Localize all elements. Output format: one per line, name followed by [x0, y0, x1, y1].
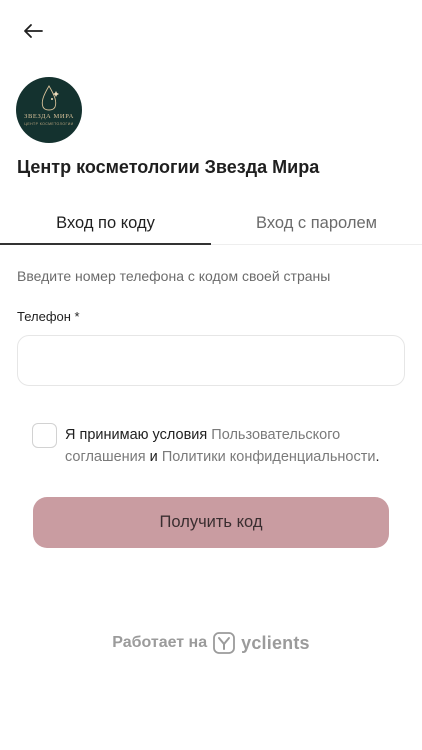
- phone-input[interactable]: [17, 335, 405, 386]
- arrow-left-icon: [23, 23, 43, 44]
- logo-subtitle: ЦЕНТР КОСМЕТОЛОГИИ: [24, 122, 74, 126]
- privacy-link[interactable]: Политики конфиденциальности: [162, 449, 376, 465]
- phone-label: Телефон *: [17, 309, 80, 324]
- tab-login-by-code[interactable]: Вход по коду: [0, 203, 211, 245]
- back-button[interactable]: [18, 20, 48, 46]
- get-code-button[interactable]: Получить код: [33, 497, 389, 548]
- powered-by-text: Работает на: [112, 634, 208, 651]
- login-tabs: Вход по коду Вход с паролем: [0, 203, 422, 245]
- salon-logo: ЗВЕЗДА МИРА ЦЕНТР КОСМЕТОЛОГИИ: [16, 77, 82, 143]
- tab-login-with-password[interactable]: Вход с паролем: [211, 203, 422, 245]
- agreement-text: Я принимаю условия Пользовательского сог…: [65, 424, 385, 468]
- yclients-logo-icon: [213, 632, 236, 654]
- agreement-checkbox[interactable]: [32, 423, 57, 448]
- agreement-prefix: Я принимаю условия: [65, 427, 212, 443]
- agreement-middle: и: [145, 449, 162, 465]
- powered-by[interactable]: Работает на yclients: [0, 628, 422, 658]
- logo-name: ЗВЕЗДА МИРА: [24, 113, 74, 120]
- yclients-brand: yclients: [241, 632, 310, 653]
- phone-hint: Введите номер телефона с кодом своей стр…: [17, 268, 331, 284]
- agreement-suffix: .: [375, 449, 380, 465]
- salon-title: Центр косметологии Звезда Мира: [17, 157, 320, 177]
